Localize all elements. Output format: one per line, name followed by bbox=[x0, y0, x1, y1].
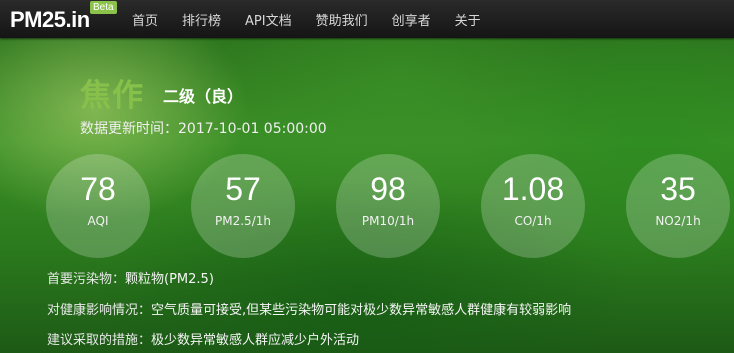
pm25-circle: 57 PM2.5/1h bbox=[191, 154, 295, 258]
aqi-value: 78 bbox=[80, 171, 116, 207]
nav-creators[interactable]: 创享者 bbox=[380, 10, 443, 29]
co-value: 1.08 bbox=[501, 171, 565, 207]
brand-logo[interactable]: PM25.in Beta bbox=[10, 1, 117, 35]
pm25-value: 57 bbox=[225, 171, 261, 207]
nav-ranking[interactable]: 排行榜 bbox=[170, 10, 233, 29]
primary-pollutant: 首要污染物：颗粒物(PM2.5) bbox=[47, 268, 214, 287]
health-impact: 对健康影响情况：空气质量可接受,但某些污染物可能对极少数异常敏感人群健康有较弱影… bbox=[47, 299, 571, 318]
suggested-measures-key: 建议采取的措施： bbox=[47, 333, 152, 348]
nav-menu: 首页 排行榜 API文档 赞助我们 创享者 关于 bbox=[120, 0, 493, 38]
beta-badge: Beta bbox=[90, 1, 117, 14]
brand-name: PM25.in bbox=[10, 7, 90, 32]
no2-circle: 35 NO2/1h bbox=[626, 154, 730, 258]
health-impact-value: 空气质量可接受,但某些污染物可能对极少数异常敏感人群健康有较弱影响 bbox=[151, 303, 572, 318]
no2-label: NO2/1h bbox=[655, 214, 701, 228]
co-circle: 1.08 CO/1h bbox=[481, 154, 585, 258]
nav-about[interactable]: 关于 bbox=[443, 10, 493, 29]
health-impact-key: 对健康影响情况： bbox=[47, 303, 152, 318]
co-label: CO/1h bbox=[514, 214, 552, 228]
nav-api-docs[interactable]: API文档 bbox=[233, 10, 304, 29]
aqi-label: AQI bbox=[87, 214, 109, 228]
primary-pollutant-value: 颗粒物(PM2.5) bbox=[125, 272, 214, 287]
aqi-level: 二级（良） bbox=[163, 87, 244, 106]
pm25-label: PM2.5/1h bbox=[215, 214, 271, 228]
nav-sponsor[interactable]: 赞助我们 bbox=[304, 10, 380, 29]
aqi-circle: 78 AQI bbox=[46, 154, 150, 258]
pm10-value: 98 bbox=[370, 171, 406, 207]
no2-value: 35 bbox=[660, 171, 696, 207]
update-time: 数据更新时间：2017-10-01 05:00:00 bbox=[80, 121, 327, 137]
primary-pollutant-key: 首要污染物： bbox=[47, 272, 126, 287]
pm10-circle: 98 PM10/1h bbox=[336, 154, 440, 258]
city-name: 焦作 bbox=[80, 78, 144, 114]
pm10-label: PM10/1h bbox=[361, 214, 415, 228]
suggested-measures: 建议采取的措施：极少数异常敏感人群应减少户外活动 bbox=[47, 329, 359, 348]
nav-home[interactable]: 首页 bbox=[120, 10, 170, 29]
top-navbar: PM25.in Beta 首页 排行榜 API文档 赞助我们 创享者 关于 bbox=[0, 0, 734, 38]
suggested-measures-value: 极少数异常敏感人群应减少户外活动 bbox=[151, 333, 360, 348]
